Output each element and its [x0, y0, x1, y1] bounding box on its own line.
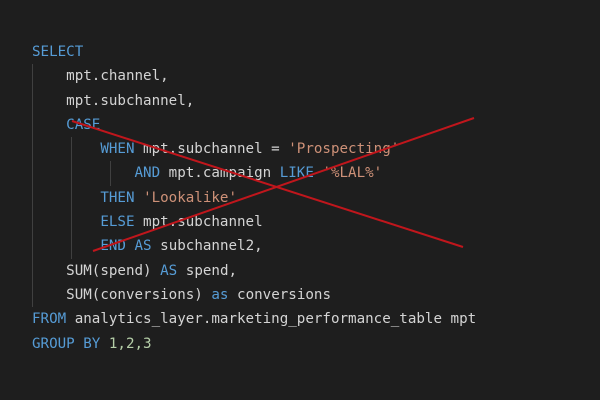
alias-conversions: conversions [228, 286, 331, 303]
keyword-group-by: GROUP BY [32, 335, 101, 352]
keyword-from: FROM [32, 311, 67, 328]
keyword-as-lower: as [211, 286, 229, 303]
indent-guide [71, 185, 72, 211]
group-by-columns: 1,2,3 [108, 335, 152, 352]
code-line-1: SELECT [32, 40, 476, 64]
indent-guide [110, 161, 111, 186]
code-editor: SELECT mpt.channel, mpt.subchannel, CASE… [0, 0, 600, 400]
alias-spend: spend, [177, 262, 238, 279]
keyword-end: END [100, 238, 126, 255]
indent-guide [32, 258, 33, 283]
keyword-as: AS [160, 262, 178, 279]
indent-guide [32, 185, 33, 211]
code-line-10: SUM(spend) AS spend, [32, 258, 476, 283]
indent-guide [32, 112, 33, 138]
indent-guide [32, 161, 33, 186]
keyword-when: WHEN [100, 141, 135, 158]
string-lookalike: 'Lookalike' [143, 189, 238, 206]
keyword-select: SELECT [32, 44, 84, 60]
indent-guide [71, 210, 72, 235]
keyword-case: CASE [66, 116, 101, 133]
indent-guide [32, 210, 33, 235]
keyword-like: LIKE [279, 165, 314, 182]
indent-guide [32, 234, 33, 259]
sum-conversions: SUM(conversions) [66, 286, 203, 303]
code-line-3: mpt.subchannel, [32, 88, 476, 113]
indent-guide [71, 137, 72, 162]
keyword-then: THEN [100, 189, 135, 206]
code-line-8: ELSE mpt.subchannel [32, 210, 476, 235]
indent-guide [71, 234, 72, 259]
code-line-5: WHEN mpt.subchannel = 'Prospecting' [32, 137, 476, 162]
code-line-7: THEN 'Lookalike' [32, 185, 476, 211]
indent-guide [32, 88, 33, 113]
code-line-13: GROUP BY 1,2,3 [32, 332, 476, 356]
indent-guide [32, 64, 33, 89]
code-line-12: FROM analytics_layer.marketing_performan… [32, 307, 476, 331]
code-line-4: CASE [32, 112, 476, 138]
indent-guide [32, 282, 33, 308]
string-lal: '%LAL%' [322, 165, 383, 182]
table-name: analytics_layer.marketing_performance_ta… [66, 311, 477, 328]
keyword-as: AS [134, 238, 152, 255]
sql-code-block: SELECT mpt.channel, mpt.subchannel, CASE… [32, 40, 476, 356]
column-channel: mpt.channel, [66, 68, 169, 85]
else-value: mpt.subchannel [134, 214, 263, 231]
keyword-else: ELSE [100, 214, 135, 231]
column-subchannel: mpt.subchannel, [66, 92, 195, 109]
alias-subchannel2: subchannel2, [151, 238, 263, 255]
sum-spend: SUM(spend) [66, 262, 152, 279]
campaign-field: mpt.campaign [160, 165, 280, 182]
string-prospecting: 'Prospecting' [288, 141, 400, 158]
indent-guide [32, 137, 33, 162]
code-line-9: END AS subchannel2, [32, 234, 476, 259]
code-line-11: SUM(conversions) as conversions [32, 282, 476, 308]
code-line-6: AND mpt.campaign LIKE '%LAL%' [32, 161, 476, 186]
keyword-and: AND [134, 165, 161, 182]
when-condition: mpt.subchannel = [134, 141, 289, 158]
indent-guide [71, 161, 72, 186]
code-line-2: mpt.channel, [32, 64, 476, 89]
